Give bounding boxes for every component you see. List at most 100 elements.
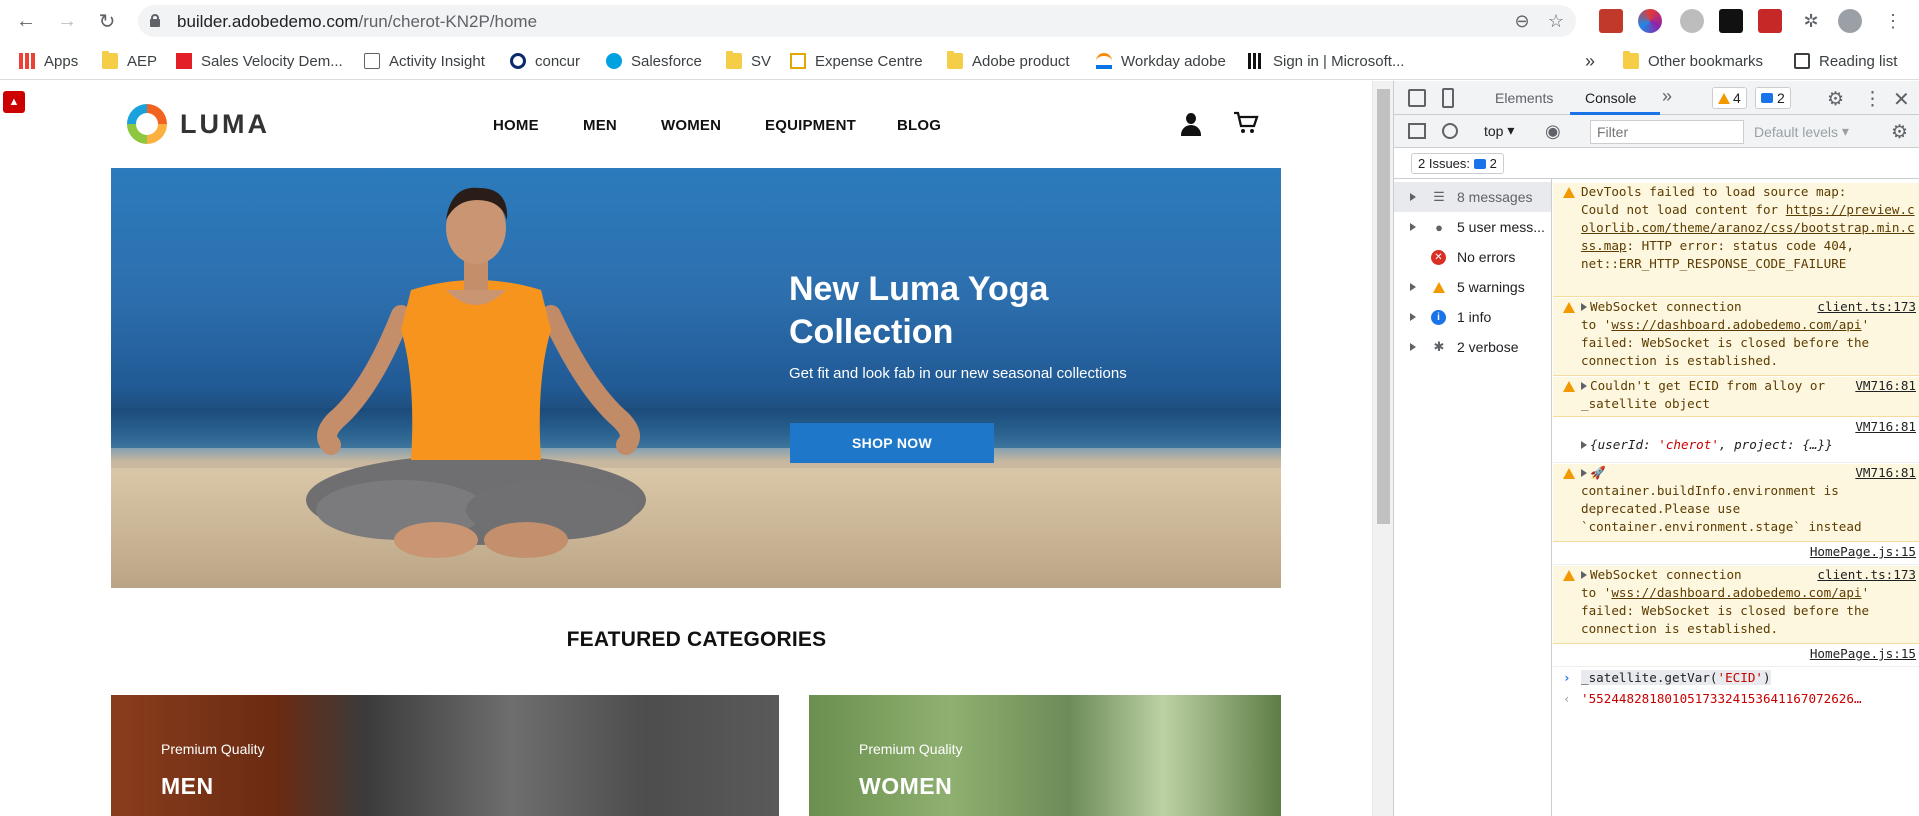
reading-list-button[interactable]: Reading list	[1794, 51, 1897, 71]
expand-caret-icon[interactable]	[1581, 382, 1587, 390]
issues-bar: 2 Issues: 2	[1394, 148, 1919, 179]
forward-arrow-icon[interactable]: →	[52, 6, 82, 36]
rocket-icon: 🚀	[1590, 465, 1606, 480]
bookmark-other[interactable]: Other bookmarks	[1623, 51, 1763, 71]
devtools-menu-icon[interactable]: ⋮	[1863, 88, 1882, 111]
back-arrow-icon[interactable]: ←	[11, 6, 41, 36]
tab-console[interactable]: Console	[1585, 90, 1636, 106]
nav-women[interactable]: WOMEN	[661, 117, 721, 134]
luma-logo-icon	[127, 104, 167, 144]
bookmark-workday[interactable]: Workday adobe	[1096, 51, 1226, 71]
bookmark-concur[interactable]: concur	[510, 51, 580, 71]
console-toolbar: top ▾ ◉ Default levels ▾ ⚙	[1394, 115, 1919, 148]
sidebar-item-warnings[interactable]: 5 warnings	[1394, 272, 1551, 302]
source-link[interactable]: HomePage.js:15	[1810, 645, 1916, 663]
concur-icon	[510, 53, 526, 69]
lock-icon	[150, 14, 160, 27]
bookmark-aep[interactable]: AEP	[102, 51, 157, 71]
sidebar-item-user-messages[interactable]: ● 5 user mess...	[1394, 212, 1551, 242]
address-bar[interactable]: builder.adobedemo.com/run/cherot-KN2P/ho…	[138, 5, 1576, 37]
bookmark-expense-centre[interactable]: Expense Centre	[790, 51, 923, 71]
sidebar-item-info[interactable]: i1 info	[1394, 302, 1551, 332]
bookmark-star-icon[interactable]: ☆	[1546, 11, 1566, 31]
more-bookmarks-button[interactable]: »	[1585, 51, 1595, 71]
apps-grid-icon	[19, 53, 35, 69]
websocket-link[interactable]: wss://dashboard.adobedemo.com/api	[1611, 585, 1861, 600]
extension-color-icon[interactable]	[1638, 9, 1662, 33]
info-icon: i	[1431, 309, 1446, 325]
inspect-element-icon[interactable]	[1408, 89, 1426, 107]
nav-men[interactable]: MEN	[583, 117, 617, 134]
devtools-panel: Elements Console » 4 2 ⚙ ⋮ ✕ top ▾ ◉ Def…	[1393, 81, 1919, 816]
expand-caret-icon[interactable]	[1581, 303, 1587, 311]
context-selector[interactable]: top ▾	[1484, 122, 1514, 139]
warnings-badge[interactable]: 4	[1712, 87, 1747, 109]
sidebar-item-verbose[interactable]: ✱ 2 verbose	[1394, 332, 1551, 362]
puzzle-icon[interactable]: ✲	[1801, 11, 1821, 31]
bookmark-activity-insight[interactable]: Activity Insight	[364, 51, 485, 71]
console-input-echo: › _satellite.getVar('ECID')	[1563, 670, 1771, 685]
luma-logo[interactable]: LUMA	[127, 104, 270, 144]
sidebar-item-errors[interactable]: ✕ No errors	[1394, 242, 1551, 272]
websocket-link[interactable]: wss://dashboard.adobedemo.com/api	[1611, 317, 1861, 332]
category-card-men[interactable]: Premium Quality MEN	[111, 695, 779, 816]
web-page: ▲ LUMA HOME MEN WOMEN EQUIPMENT BLOG New…	[0, 81, 1372, 816]
adobe-extension-icon[interactable]	[1719, 9, 1743, 33]
user-icon: ●	[1435, 219, 1443, 235]
console-settings-gear-icon[interactable]: ⚙	[1891, 121, 1908, 144]
expand-caret-icon[interactable]	[1581, 469, 1587, 477]
sidebar-item-messages[interactable]: ☰ 8 messages	[1394, 182, 1551, 212]
page-scrollbar[interactable]	[1372, 81, 1393, 816]
device-toolbar-icon[interactable]	[1442, 88, 1454, 108]
source-link[interactable]: HomePage.js:15	[1810, 543, 1916, 561]
zoom-icon[interactable]: ⊖	[1512, 11, 1532, 31]
nav-equipment[interactable]: EQUIPMENT	[765, 117, 856, 134]
nav-home[interactable]: HOME	[493, 117, 539, 134]
account-icon[interactable]	[1180, 113, 1202, 137]
eye-icon[interactable]: ◉	[1545, 121, 1561, 142]
expand-caret-icon[interactable]	[1581, 571, 1587, 579]
adobe-extension-badge-icon[interactable]: ▲	[3, 91, 25, 113]
bookmark-adobe-product[interactable]: Adobe product	[947, 51, 1070, 71]
tab-elements[interactable]: Elements	[1495, 90, 1553, 106]
workday-icon	[1096, 53, 1112, 69]
cart-icon[interactable]	[1233, 110, 1259, 136]
messages-badge[interactable]: 2	[1755, 87, 1791, 109]
profile-avatar[interactable]	[1838, 9, 1862, 33]
extension-red-icon[interactable]	[1599, 9, 1623, 33]
sidebar-toggle-icon[interactable]	[1408, 123, 1426, 139]
source-link[interactable]: client.ts:173	[1817, 566, 1916, 584]
console-log: HomePage.js:15	[1553, 645, 1919, 667]
scrollbar-thumb[interactable]	[1377, 89, 1390, 524]
log-levels-dropdown[interactable]: Default levels ▾	[1754, 123, 1849, 140]
checkbox-icon	[364, 53, 380, 69]
url-text[interactable]: builder.adobedemo.com/run/cherot-KN2P/ho…	[177, 12, 537, 32]
nav-blog[interactable]: BLOG	[897, 117, 941, 134]
console-filter-input[interactable]	[1590, 120, 1744, 144]
code-extension-icon[interactable]	[1758, 9, 1782, 33]
bookmark-salesforce[interactable]: Salesforce	[606, 51, 702, 71]
bookmark-sales-velocity[interactable]: Sales Velocity Dem...	[176, 51, 343, 71]
reload-icon[interactable]: ↻	[92, 6, 122, 36]
source-link[interactable]: VM716:81	[1855, 377, 1916, 395]
shop-now-button[interactable]: SHOP NOW	[790, 423, 994, 463]
category-card-women[interactable]: Premium Quality WOMEN	[809, 695, 1281, 816]
source-link[interactable]: VM716:81	[1855, 418, 1916, 436]
source-link[interactable]: client.ts:173	[1817, 298, 1916, 316]
settings-gear-icon[interactable]: ⚙	[1827, 88, 1844, 111]
issues-button[interactable]: 2 Issues: 2	[1411, 153, 1504, 174]
kebab-menu-icon[interactable]: ⋮	[1883, 11, 1903, 31]
folder-icon	[947, 51, 963, 69]
category-tag: Premium Quality	[161, 741, 265, 757]
logo-text: LUMA	[180, 108, 270, 139]
clear-console-icon[interactable]	[1442, 123, 1458, 139]
more-tabs-button[interactable]: »	[1662, 86, 1672, 107]
result-chevron-icon: ‹	[1563, 691, 1571, 706]
expand-caret-icon[interactable]	[1581, 441, 1587, 449]
extension-gray-icon[interactable]	[1680, 9, 1704, 33]
bookmark-apps[interactable]: Apps	[19, 51, 78, 71]
source-link[interactable]: VM716:81	[1855, 464, 1916, 482]
bookmark-microsoft[interactable]: Sign in | Microsoft...	[1248, 51, 1404, 71]
bookmark-sv[interactable]: SV	[726, 51, 771, 71]
close-devtools-icon[interactable]: ✕	[1893, 87, 1910, 112]
